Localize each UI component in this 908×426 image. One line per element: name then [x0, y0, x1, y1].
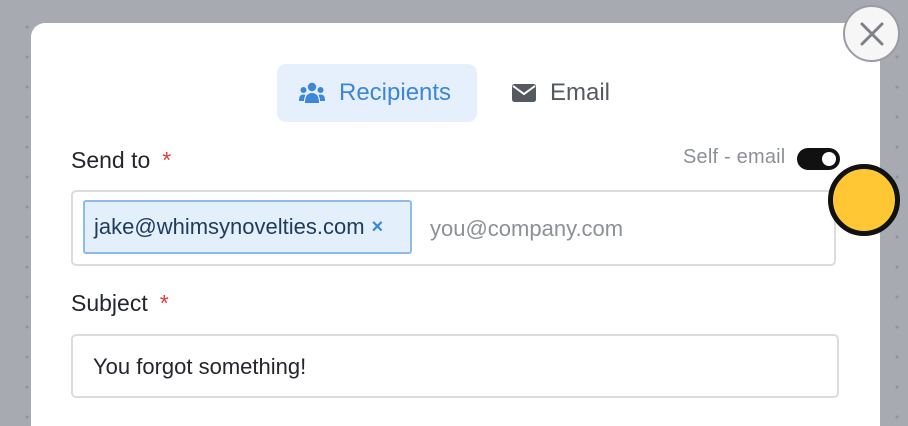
tab-email[interactable]: Email	[492, 64, 642, 122]
recipients-field[interactable]: jake@whimsynovelties.com ×	[71, 190, 836, 266]
required-marker: *	[162, 147, 172, 173]
subject-label: Subject *	[71, 290, 169, 317]
toggle-knob	[822, 152, 836, 166]
chip-remove-button[interactable]: ×	[372, 216, 384, 239]
envelope-icon	[512, 84, 536, 102]
close-button[interactable]	[843, 5, 900, 62]
recipient-input[interactable]	[430, 214, 820, 244]
users-icon	[299, 82, 325, 104]
subject-label-text: Subject	[71, 290, 148, 316]
tab-email-label: Email	[550, 79, 611, 106]
close-icon	[860, 22, 883, 45]
self-email-label: Self - email	[683, 146, 786, 168]
subject-field[interactable]: You forgot something!	[71, 334, 839, 398]
recipient-chip-label: jake@whimsynovelties.com	[94, 214, 365, 239]
subject-input[interactable]: You forgot something!	[93, 352, 813, 382]
self-email-toggle[interactable]	[797, 148, 840, 170]
send-to-label: Send to *	[71, 147, 171, 174]
tab-recipients-label: Recipients	[339, 79, 452, 106]
pointer-cursor	[828, 164, 900, 236]
required-marker: *	[159, 290, 169, 316]
send-to-label-text: Send to	[71, 147, 151, 173]
tab-recipients[interactable]: Recipients	[277, 64, 477, 122]
recipient-chip: jake@whimsynovelties.com ×	[83, 200, 412, 254]
